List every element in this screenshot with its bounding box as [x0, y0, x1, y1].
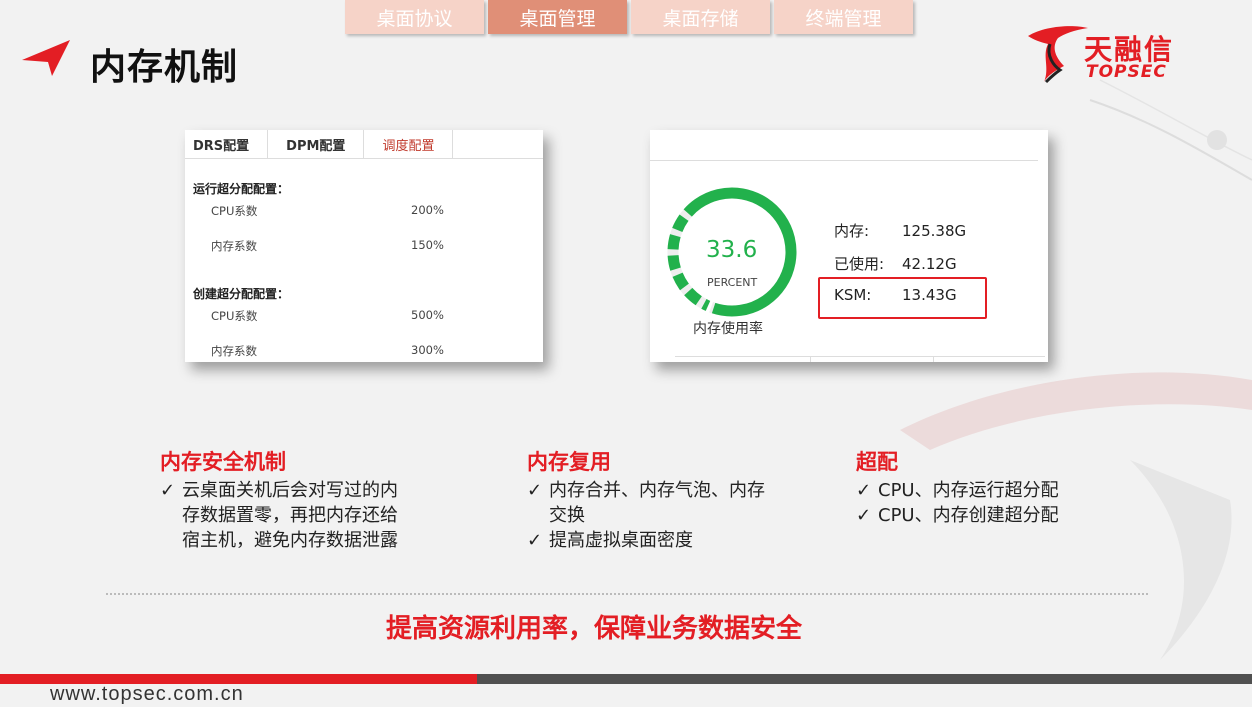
- check-icon: ✓: [160, 480, 176, 501]
- feature-overcommit: 超配 ✓ CPU、内存运行超分配 ✓ CPU、内存创建超分配: [856, 446, 1059, 528]
- config-row-value: 300%: [411, 343, 444, 357]
- config-row: CPU系数 500%: [211, 308, 444, 324]
- feature-line: 宿主机，避免内存数据泄露: [182, 530, 398, 551]
- divider: [650, 160, 1038, 161]
- tab-drs-config[interactable]: DRS配置: [185, 130, 269, 158]
- check-icon: ✓: [527, 530, 543, 551]
- feature-title: 内存复用: [527, 450, 611, 474]
- tab-desktop-storage[interactable]: 桌面存储: [631, 0, 770, 34]
- check-icon: ✓: [856, 505, 872, 526]
- gauge-unit: PERCENT: [707, 276, 758, 289]
- check-icon: ✓: [856, 480, 872, 501]
- stat-key: 已使用:: [834, 255, 885, 273]
- memory-usage-panel: 33.6 PERCENT 内存使用率 内存: 125.38G 已使用: 42.12G…: [650, 130, 1048, 362]
- tab-schedule-config[interactable]: 调度配置: [364, 130, 454, 158]
- tab-desktop-protocol[interactable]: 桌面协议: [345, 0, 484, 34]
- feature-line: 交换: [549, 505, 585, 526]
- stat-total-memory: 内存: 125.38G: [834, 220, 966, 241]
- stat-used-memory: 已使用: 42.12G: [834, 253, 957, 274]
- footer-bar-gray: [477, 674, 1252, 684]
- feature-item: ✓ CPU、内存运行超分配: [856, 478, 1059, 503]
- feature-line: 云桌面关机后会对写过的内: [182, 480, 398, 501]
- config-row: 内存系数 300%: [211, 343, 444, 359]
- section-title-run-overcommit: 运行超分配配置：: [193, 182, 290, 196]
- config-row-value: 200%: [411, 203, 444, 217]
- feature-item: ✓ 内存合并、内存气泡、内存 交换: [527, 478, 765, 528]
- top-nav-tabs: 桌面协议 桌面管理 桌面存储 终端管理: [345, 0, 913, 34]
- schedule-config-panel: DRS配置 DPM配置 调度配置 运行超分配配置： CPU系数 200% 内存系…: [185, 130, 543, 362]
- config-row-label: 内存系数: [211, 239, 257, 253]
- tab-desktop-management[interactable]: 桌面管理: [488, 0, 627, 34]
- dotted-divider: [106, 593, 1148, 595]
- check-icon: ✓: [527, 480, 543, 501]
- panel-bottom-divider: [675, 356, 1045, 362]
- config-row-label: CPU系数: [211, 204, 258, 218]
- config-row-value: 150%: [411, 238, 444, 252]
- page-title: 内存机制: [90, 47, 239, 88]
- section-title-create-overcommit: 创建超分配配置：: [193, 287, 290, 301]
- config-row-label: CPU系数: [211, 309, 258, 323]
- gauge-label: 内存使用率: [693, 321, 763, 337]
- config-row-value: 500%: [411, 308, 444, 322]
- feature-line: 内存合并、内存气泡、内存: [549, 480, 765, 501]
- config-row: 内存系数 150%: [211, 238, 444, 254]
- config-tab-bar: DRS配置 DPM配置 调度配置: [185, 130, 543, 159]
- feature-line: 提高虚拟桌面密度: [549, 530, 693, 551]
- footer-url: www.topsec.com.cn: [50, 683, 244, 705]
- feature-item: ✓ 云桌面关机后会对写过的内 存数据置零，再把内存还给 宿主机，避免内存数据泄露: [160, 478, 398, 553]
- feature-item: ✓ CPU、内存创建超分配: [856, 503, 1059, 528]
- config-row: CPU系数 200%: [211, 203, 444, 219]
- feature-line: CPU、内存创建超分配: [878, 505, 1059, 526]
- feature-title: 超配: [856, 450, 898, 474]
- feature-item: ✓ 提高虚拟桌面密度: [527, 528, 765, 553]
- stat-key: 内存:: [834, 222, 870, 240]
- stat-value: 125.38G: [902, 222, 967, 240]
- gauge-value: 33.6: [706, 237, 758, 263]
- title-arrow-icon: [22, 40, 70, 76]
- topsec-logo: 天融信 TOPSEC: [1024, 22, 1204, 84]
- feature-title: 内存安全机制: [160, 450, 286, 474]
- feature-memory-security: 内存安全机制 ✓ 云桌面关机后会对写过的内 存数据置零，再把内存还给 宿主机，避…: [160, 446, 398, 553]
- stat-value: 42.12G: [902, 255, 957, 273]
- tab-dpm-config[interactable]: DPM配置: [268, 130, 365, 158]
- slogan: 提高资源利用率，保障业务数据安全: [385, 614, 802, 644]
- ksm-highlight-box: [818, 277, 987, 319]
- logo-name-en: TOPSEC: [1086, 62, 1167, 82]
- config-row-label: 内存系数: [211, 344, 257, 358]
- feature-line: CPU、内存运行超分配: [878, 480, 1059, 501]
- feature-memory-reuse: 内存复用 ✓ 内存合并、内存气泡、内存 交换 ✓ 提高虚拟桌面密度: [527, 446, 765, 553]
- tab-terminal-management[interactable]: 终端管理: [774, 0, 913, 34]
- feature-line: 存数据置零，再把内存还给: [182, 505, 398, 526]
